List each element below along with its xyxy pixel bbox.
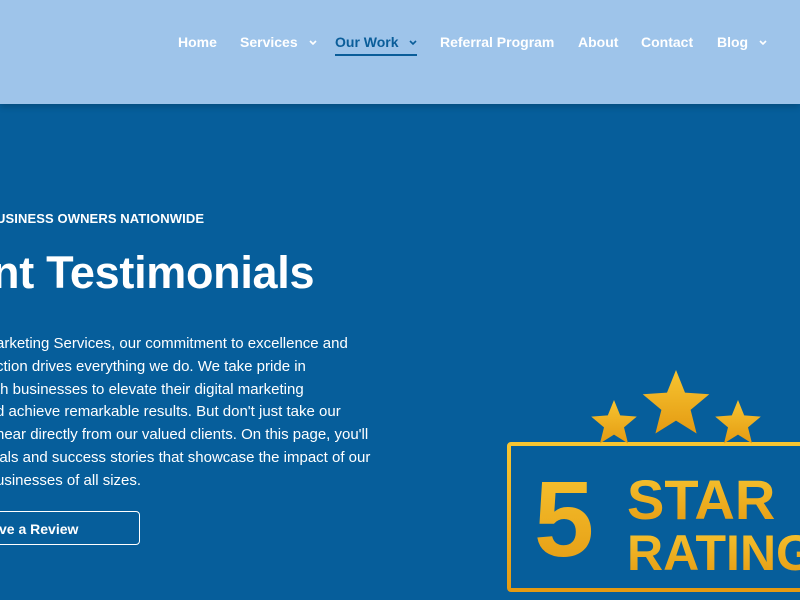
nav-item-label: Home (178, 34, 217, 50)
hero-description-line: ction drives everything we do. We take p… (0, 357, 306, 375)
nav-item-label: Our Work (335, 34, 399, 50)
hero-eyebrow: USINESS OWNERS NATIONWIDE (0, 211, 205, 226)
nav-item-blog[interactable]: Blog (717, 32, 767, 54)
hero-description-line: ials and success stories that showcase t… (0, 448, 371, 466)
hero-description-line: hear directly from our valued clients. O… (0, 426, 369, 444)
nav-item-label: Contact (641, 34, 694, 50)
page-title: nt Testimonials (0, 247, 315, 298)
nav-item-home[interactable]: Home (178, 32, 217, 54)
star-icon (642, 370, 710, 434)
badge-word-star: STAR (627, 468, 775, 531)
hero-description: arketing Services, our commitment to exc… (0, 333, 370, 493)
hero-description-line: th businesses to elevate their digital m… (0, 380, 304, 398)
chevron-down-icon (409, 40, 417, 46)
nav-item-label: Services (240, 34, 298, 50)
badge-word-rating: RATING (627, 525, 800, 581)
nav-item-about[interactable]: About (578, 32, 618, 54)
hero-description-line: d achieve remarkable results. But don't … (0, 403, 341, 421)
hero-section: USINESS OWNERS NATIONWIDE nt Testimonial… (0, 104, 800, 600)
leave-review-button[interactable]: ve a Review (0, 511, 140, 545)
star-icon (591, 400, 637, 444)
nav-item-label: Blog (717, 34, 749, 50)
nav-item-services[interactable]: Services (240, 32, 317, 54)
chevron-down-icon (759, 40, 767, 46)
nav-item-label: Referral Program (440, 34, 555, 50)
star-icon (715, 400, 761, 444)
nav-item-referral-program[interactable]: Referral Program (440, 32, 554, 54)
nav-item-our-work[interactable]: Our Work (335, 32, 418, 56)
main-nav: Home Services Our Work Referral Program … (0, 32, 800, 56)
hero-description-line: arketing Services, our commitment to exc… (0, 335, 348, 352)
chevron-down-icon (308, 40, 317, 46)
nav-item-label: About (578, 34, 619, 50)
five-star-rating-badge: 5 STAR RATING (500, 368, 800, 600)
badge-number: 5 (534, 458, 594, 579)
nav-item-contact[interactable]: Contact (641, 32, 693, 54)
site-header: Home Services Our Work Referral Program … (0, 0, 800, 104)
hero-description-line: usinesses of all sizes. (0, 471, 142, 489)
